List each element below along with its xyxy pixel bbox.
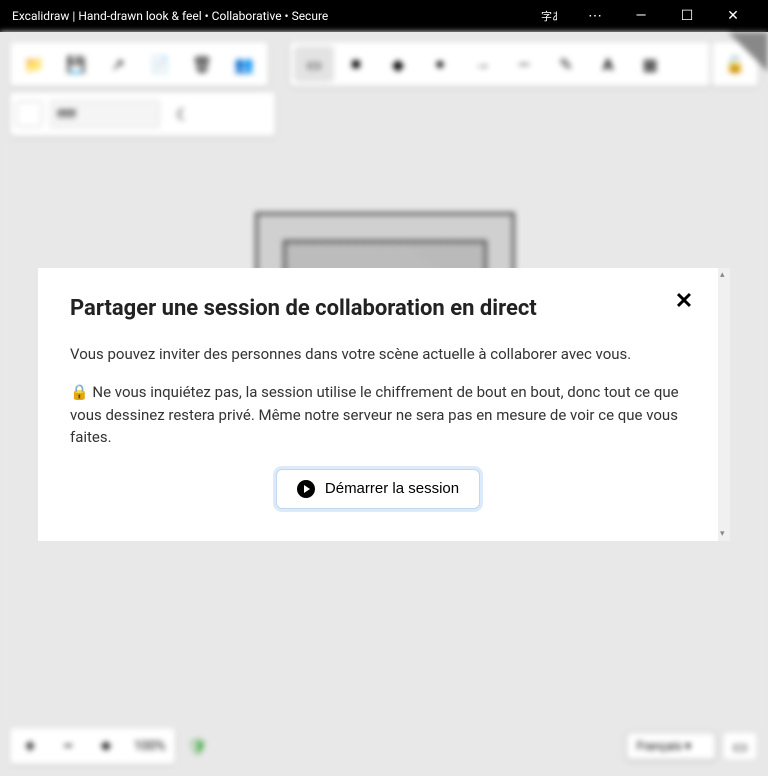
lock-emoji-icon: 🔒 bbox=[70, 383, 89, 401]
window-titlebar: Excalidraw | Hand-drawn look & feel • Co… bbox=[0, 0, 768, 32]
dialog-title: Partager une session de collaboration en… bbox=[70, 296, 686, 321]
share-session-dialog: ✕ Partager une session de collaboration … bbox=[38, 268, 718, 541]
modal-backdrop: ✕ Partager une session de collaboration … bbox=[0, 32, 768, 776]
dialog-scrollbar[interactable] bbox=[718, 268, 730, 541]
play-icon bbox=[297, 480, 315, 498]
svg-text:字あ: 字あ bbox=[541, 9, 557, 23]
close-window-button[interactable]: ✕ bbox=[710, 0, 756, 32]
start-session-button[interactable]: Démarrer la session bbox=[276, 469, 480, 509]
dialog-close-button[interactable]: ✕ bbox=[670, 288, 698, 316]
minimize-button[interactable]: — bbox=[618, 0, 664, 32]
window-title: Excalidraw | Hand-drawn look & feel • Co… bbox=[12, 9, 526, 23]
maximize-button[interactable]: ☐ bbox=[664, 0, 710, 32]
dialog-description-2: 🔒 Ne vous inquiétez pas, la session util… bbox=[70, 381, 686, 449]
translate-icon[interactable]: 字あ bbox=[526, 0, 572, 32]
start-session-label: Démarrer la session bbox=[325, 480, 459, 497]
more-icon[interactable]: ⋯ bbox=[572, 0, 618, 32]
dialog-description-1: Vous pouvez inviter des personnes dans v… bbox=[70, 343, 686, 366]
